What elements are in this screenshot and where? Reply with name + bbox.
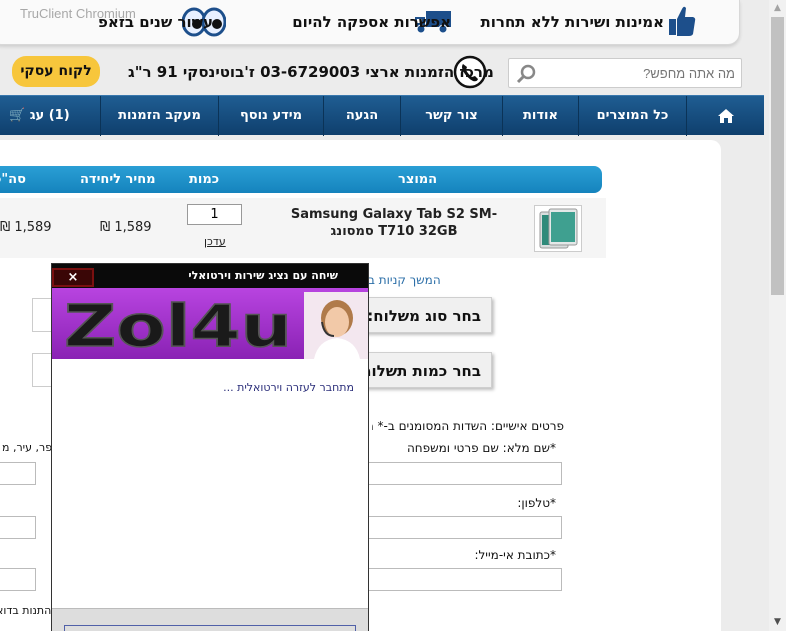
full-name-field[interactable] bbox=[368, 462, 562, 485]
feature-same-day-delivery: אפשרות אספקה להיום bbox=[292, 13, 451, 31]
phone-field[interactable] bbox=[368, 516, 562, 539]
full-name-label: *שם מלא: שם פרטי ומשפחה bbox=[406, 441, 556, 455]
chat-title: שיחה עם נציג שירות וירטואלי bbox=[188, 269, 338, 282]
terms-text: התנות בדוא bbox=[0, 604, 52, 617]
chat-message-input[interactable] bbox=[64, 625, 356, 631]
search-input[interactable] bbox=[543, 63, 735, 83]
nav-about[interactable]: אודות bbox=[502, 96, 578, 136]
chat-close-button[interactable]: × bbox=[52, 268, 94, 287]
scroll-down-arrow-icon[interactable]: ▼ bbox=[769, 614, 786, 631]
nav-cart[interactable]: (1) עג 🛒 bbox=[0, 96, 100, 136]
feature-reliability: אמינות ושירות ללא תחרות bbox=[480, 13, 664, 31]
shipping-type-selector[interactable]: בחר סוג משלוח: bbox=[350, 297, 492, 333]
update-link[interactable]: עדכן bbox=[204, 235, 226, 248]
zol4u-logo: Zol4u bbox=[63, 292, 293, 355]
home-icon bbox=[717, 109, 734, 123]
row-total: 1,589 ₪ bbox=[0, 220, 52, 235]
payments-selector[interactable]: בחר כמות תשלומ bbox=[350, 352, 492, 388]
cart-icon: 🛒 bbox=[9, 108, 26, 123]
product-name[interactable]: Samsung Galaxy Tab S2 SM-T710 32GB סמסונ… bbox=[276, 206, 512, 240]
email-field[interactable] bbox=[368, 568, 562, 591]
chat-titlebar: שיחה עם נציג שירות וירטואלי × bbox=[52, 264, 368, 288]
browser-viewport: TruClient Chromium אמינות ושירות ללא תחר… bbox=[0, 0, 786, 631]
quantity-input[interactable] bbox=[187, 204, 242, 225]
chat-status: מתחבר לעזרה וירטואלית ... bbox=[223, 381, 354, 394]
order-center-text: מרכז הזמנות ארצי 03-6729003 ז'בוטינסקי 9… bbox=[128, 63, 494, 81]
nav-contact[interactable]: צור קשר bbox=[400, 96, 502, 136]
continue-shopping-link[interactable]: המשך קניות ב bbox=[368, 273, 441, 287]
search-box bbox=[508, 58, 742, 88]
header-unit-price: מחיר ליחידה bbox=[80, 172, 156, 187]
unit-price: 1,589 ₪ bbox=[100, 220, 152, 235]
city-field[interactable] bbox=[0, 516, 36, 539]
feature-decade: עשור שנים בזאפ bbox=[98, 13, 213, 31]
phone-label: *טלפון: bbox=[517, 496, 556, 510]
nav-more-info[interactable]: מידע נוסף bbox=[218, 96, 323, 136]
address-field[interactable] bbox=[0, 462, 36, 485]
header-quantity: כמות bbox=[189, 172, 220, 187]
cart-table-header: המוצר כמות מחיר ליחידה סה"כ bbox=[0, 166, 602, 193]
header-total: סה"כ bbox=[0, 172, 26, 187]
nav-order-tracking[interactable]: מעקב הזמנות bbox=[100, 96, 218, 136]
email-label: *כתובת אי-מייל: bbox=[474, 548, 556, 562]
nav-cart-label: (1) עג bbox=[29, 108, 70, 123]
extra-field[interactable] bbox=[0, 568, 36, 591]
nav-testimonials[interactable]: הגעה bbox=[323, 96, 400, 136]
agent-avatar-icon bbox=[304, 292, 368, 359]
product-image[interactable] bbox=[534, 205, 582, 252]
thumbs-up-icon bbox=[669, 6, 696, 36]
scroll-up-arrow-icon[interactable]: ▲ bbox=[769, 0, 786, 17]
search-icon[interactable] bbox=[515, 63, 537, 85]
header-product: המוצר bbox=[398, 172, 438, 187]
nav-all-products[interactable]: כל המוצרים bbox=[578, 96, 686, 136]
business-customer-button[interactable]: לקוח עסקי bbox=[12, 56, 100, 87]
virtual-agent-chat-window: שיחה עם נציג שירות וירטואלי × Zol4u מתחב… bbox=[51, 263, 369, 631]
svg-text:Zol4u: Zol4u bbox=[64, 292, 292, 355]
vertical-scrollbar[interactable]: ▲ ▼ bbox=[769, 0, 786, 631]
chat-banner: Zol4u bbox=[52, 288, 368, 359]
main-nav: כל המוצרים אודות צור קשר הגעה מידע נוסף … bbox=[0, 95, 764, 136]
scroll-thumb[interactable] bbox=[771, 17, 784, 295]
personal-details-title: פרטים אישיים: השדות המסומנים ב-* הם bbox=[372, 419, 564, 433]
nav-home[interactable] bbox=[686, 96, 764, 136]
